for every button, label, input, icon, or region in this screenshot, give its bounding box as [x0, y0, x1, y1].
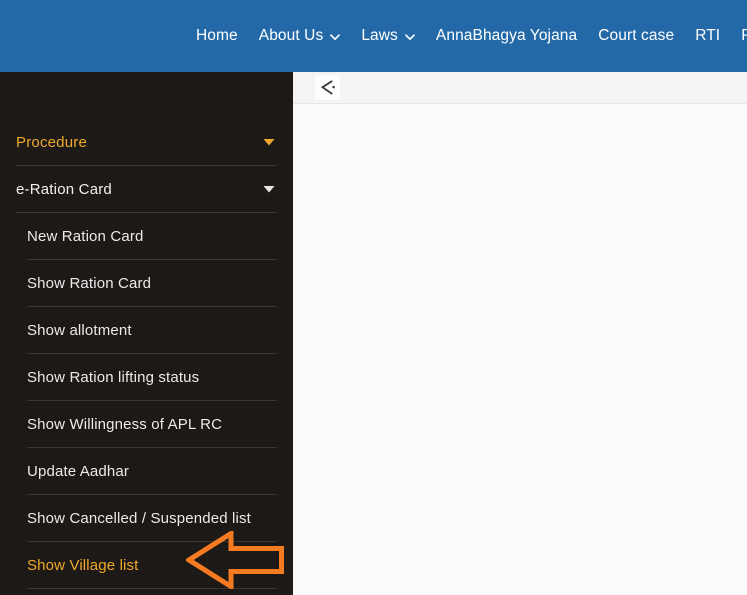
- nav-item-label: About Us: [258, 27, 324, 45]
- chevron-down-icon[interactable]: [263, 185, 275, 193]
- sidebar-item-label: Show allotment: [27, 321, 132, 339]
- sidebar-item-show-village-list[interactable]: Show Village list: [27, 542, 277, 589]
- sidebar-item-label: Show Cancelled / Suspended list: [27, 509, 251, 527]
- nav-item-press-release[interactable]: Press Rele: [741, 28, 747, 44]
- sidebar-group-label: e-Ration Card: [16, 180, 112, 198]
- sidebar-item-show-ration-card[interactable]: Show Ration Card: [27, 260, 277, 307]
- sidebar-group-label: Procedure: [16, 133, 88, 151]
- sidebar-item-show-allotment[interactable]: Show allotment: [27, 307, 277, 354]
- sidebar-item-label: Show Village list: [27, 556, 139, 574]
- page-root: Home About Us Laws AnnaBhagya Yojana Cou…: [0, 0, 747, 595]
- nav-item-about-us[interactable]: About Us: [259, 28, 341, 44]
- nav-item-annabhagya-yojana[interactable]: AnnaBhagya Yojana: [436, 28, 577, 44]
- sidebar-item-show-ration-lifting-status[interactable]: Show Ration lifting status: [27, 354, 277, 401]
- content-header-band: [293, 72, 747, 104]
- sidebar-group-e-ration-card[interactable]: e-Ration Card: [16, 166, 277, 213]
- sidebar-item-label: New Ration Card: [27, 227, 144, 245]
- sidebar-item-new-ration-card[interactable]: New Ration Card: [27, 213, 277, 260]
- nav-item-laws[interactable]: Laws: [361, 28, 415, 44]
- sidebar: Procedure e-Ration Card New Ration Card …: [0, 72, 293, 595]
- nav-item-home[interactable]: Home: [196, 28, 238, 44]
- top-navigation-bar: Home About Us Laws AnnaBhagya Yojana Cou…: [0, 0, 747, 72]
- nav-item-rti[interactable]: RTI: [695, 28, 720, 44]
- content-body: [293, 104, 747, 595]
- nav-item-label: Press Rele: [741, 27, 747, 45]
- broken-image-icon: [315, 75, 340, 100]
- sidebar-item-update-aadhar[interactable]: Update Aadhar: [27, 448, 277, 495]
- sidebar-item-show-willingness-of-apl-rc[interactable]: Show Willingness of APL RC: [27, 401, 277, 448]
- sidebar-item-label: Show Ration lifting status: [27, 368, 200, 386]
- nav-item-label: Court case: [598, 27, 675, 45]
- sidebar-item-label: Show Willingness of APL RC: [27, 415, 223, 433]
- chevron-down-icon: [330, 32, 341, 42]
- nav-item-court-case[interactable]: Court case: [598, 28, 674, 44]
- sidebar-item-show-cancelled-suspended-list[interactable]: Show Cancelled / Suspended list: [27, 495, 277, 542]
- sidebar-item-label: Show Ration Card: [27, 274, 152, 292]
- nav-item-label: AnnaBhagya Yojana: [435, 27, 578, 45]
- sidebar-menu: Procedure e-Ration Card New Ration Card …: [0, 72, 293, 589]
- sidebar-item-label: Update Aadhar: [27, 462, 130, 480]
- chevron-down-icon[interactable]: [263, 138, 275, 146]
- nav-item-label: Home: [196, 27, 238, 45]
- chevron-down-icon: [405, 32, 415, 42]
- content-area: [293, 72, 747, 595]
- nav-item-label: RTI: [695, 27, 721, 45]
- top-navigation-items: Home About Us Laws AnnaBhagya Yojana Cou…: [196, 0, 747, 72]
- nav-item-label: Laws: [361, 27, 398, 45]
- sidebar-group-procedure[interactable]: Procedure: [16, 119, 277, 166]
